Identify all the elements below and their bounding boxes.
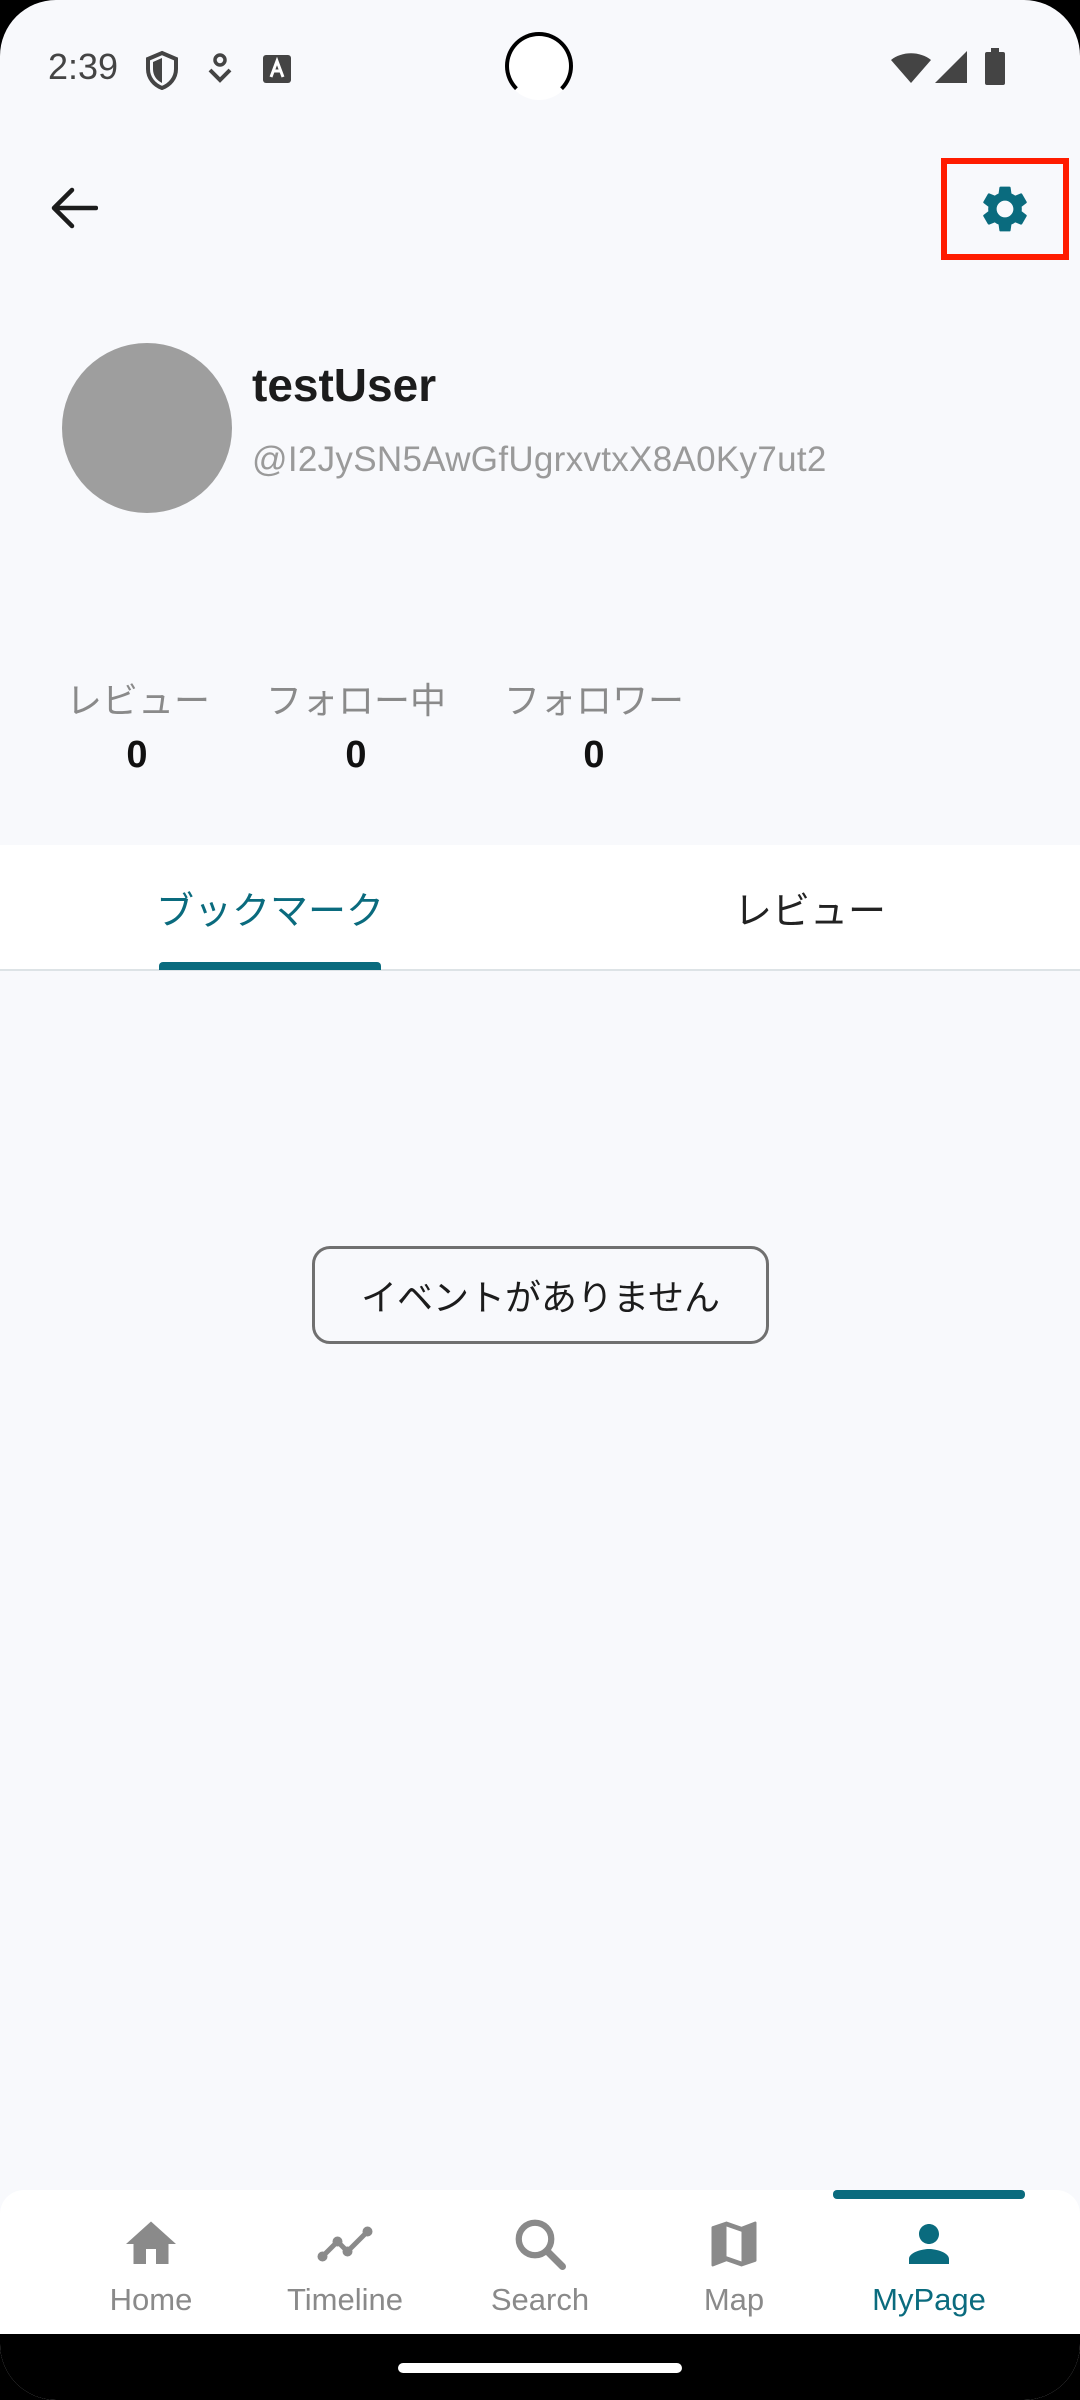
back-button[interactable] xyxy=(38,172,110,244)
battery-icon xyxy=(985,48,1005,85)
username: testUser xyxy=(252,359,437,411)
person-icon xyxy=(909,2224,949,2264)
screen: 2:39 testUser @I2JySN5AwGfUgrxvtxX8A0Ky7… xyxy=(0,0,1080,2400)
keyboard-a-icon xyxy=(263,55,291,83)
shield-icon xyxy=(146,50,178,90)
nav-item-search[interactable]: Search xyxy=(443,2190,637,2334)
nav-label: Search xyxy=(490,2282,590,2317)
empty-state-message: イベントがありません xyxy=(312,1246,769,1344)
signal-icon xyxy=(935,51,967,83)
nav-item-mypage[interactable]: MyPage xyxy=(832,2190,1026,2334)
search-icon xyxy=(515,2219,566,2270)
stat-label: フォロワー xyxy=(504,680,685,721)
wifi-icon xyxy=(891,53,931,83)
stat-value: 0 xyxy=(345,734,367,776)
nav-item-timeline[interactable]: Timeline xyxy=(248,2190,442,2334)
nav-item-home[interactable]: Home xyxy=(54,2190,248,2334)
map-icon xyxy=(711,2221,757,2267)
nav-label: Timeline xyxy=(287,2282,403,2317)
nav-label: MyPage xyxy=(872,2282,986,2317)
stat-label: レビュー xyxy=(66,680,211,721)
nav-item-map[interactable]: Map xyxy=(637,2190,831,2334)
nav-selected-indicator xyxy=(833,2190,1025,2199)
gear-icon xyxy=(983,186,1027,232)
stat-label: フォロー中 xyxy=(266,680,447,721)
stat-value: 0 xyxy=(583,734,605,776)
tab-bar: ブックマーク レビュー xyxy=(0,845,1080,971)
camera-cutout xyxy=(505,32,573,100)
home-gesture-handle[interactable] xyxy=(398,2363,682,2373)
status-bar: 2:39 xyxy=(0,0,1080,136)
home-icon xyxy=(126,2221,176,2264)
stat-value: 0 xyxy=(126,734,148,776)
stat-following[interactable]: フォロー中 0 xyxy=(266,672,446,777)
stat-reviews[interactable]: レビュー 0 xyxy=(66,672,211,777)
timeline-icon xyxy=(317,2226,373,2262)
avatar[interactable] xyxy=(62,343,232,513)
stat-followers[interactable]: フォロワー 0 xyxy=(504,672,684,777)
arrow-left-icon xyxy=(51,187,98,229)
status-time: 2:39 xyxy=(48,46,119,87)
tab-indicator xyxy=(159,962,381,970)
settings-button[interactable] xyxy=(941,158,1069,260)
bottom-nav: Home Timeline Search Map MyPage xyxy=(0,2190,1080,2334)
user-id: @I2JySN5AwGfUgrxvtxX8A0Ky7ut2 xyxy=(252,440,827,479)
tab-reviews[interactable]: レビュー xyxy=(540,845,1080,969)
nav-label: Home xyxy=(109,2282,193,2317)
download-badge-icon xyxy=(208,53,232,83)
nav-label: Map xyxy=(703,2282,765,2317)
tab-bookmarks[interactable]: ブックマーク xyxy=(0,845,540,969)
